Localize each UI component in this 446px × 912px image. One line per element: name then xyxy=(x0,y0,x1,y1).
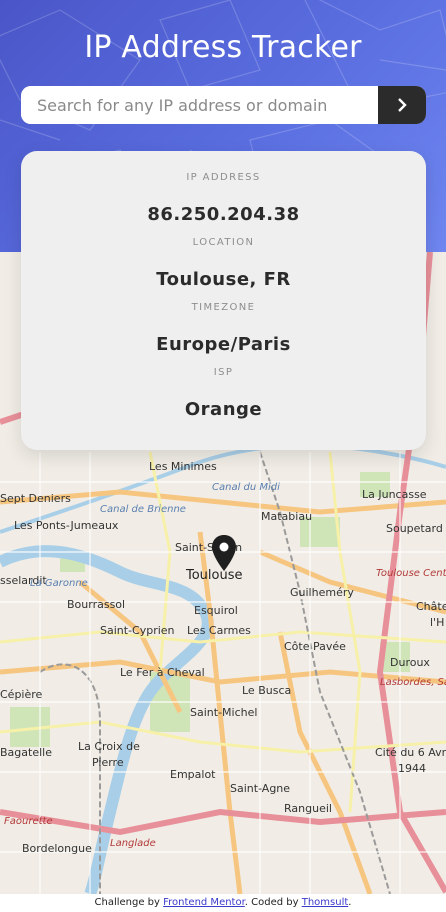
map-label: Châte xyxy=(416,600,446,613)
chevron-right-icon xyxy=(398,98,407,112)
map-label: Bordelongue xyxy=(22,842,92,855)
footer-text: . xyxy=(348,897,352,908)
isp-value: Orange xyxy=(184,399,263,420)
map-label: Esquirol xyxy=(194,604,238,617)
map-label: Côte Pavée xyxy=(284,640,346,653)
ip-info-card: IP ADDRESS 86.250.204.38 LOCATION Toulou… xyxy=(21,151,426,450)
map-label: Soupetard xyxy=(386,522,443,535)
map-label: Rangueil xyxy=(284,802,332,815)
map-label: Guilheméry xyxy=(290,586,354,599)
author-link[interactable]: Thomsult xyxy=(302,897,349,908)
map-label: Cité du 6 Avr xyxy=(375,746,446,759)
map-label: Bourrassol xyxy=(67,598,126,611)
map-label: Empalot xyxy=(170,768,216,781)
map-label: Lasbordes, Sab xyxy=(380,677,446,688)
map-label: 1944 xyxy=(398,762,426,775)
map-label: Les Carmes xyxy=(187,624,251,637)
map-label: Sept Deniers xyxy=(0,492,71,505)
submit-button[interactable] xyxy=(378,86,426,124)
map-label: Canal du Midi xyxy=(212,482,280,493)
map-label: Bagatelle xyxy=(0,746,52,759)
location-label: LOCATION xyxy=(192,237,255,248)
map-label: Faourette xyxy=(4,816,53,827)
map-label: l'H xyxy=(430,616,445,629)
map-label: Langlade xyxy=(110,838,156,849)
footer-text: Challenge by xyxy=(94,897,164,908)
map-label: Le Busca xyxy=(242,684,292,697)
map-label: Duroux xyxy=(390,656,430,669)
map-label: Toulouse Centre xyxy=(376,568,446,579)
map-label: Canal de Brienne xyxy=(100,504,186,515)
timezone-label: TIMEZONE xyxy=(191,302,256,313)
page-title: IP Address Tracker xyxy=(84,30,362,65)
map-label: Pierre xyxy=(92,756,124,769)
map-label: La Juncasse xyxy=(362,488,427,501)
map-label: Les Ponts-Jumeaux xyxy=(14,519,119,532)
timezone-value: Europe/Paris xyxy=(156,334,291,355)
search-input[interactable] xyxy=(21,86,378,124)
ip-address-label: IP ADDRESS xyxy=(186,172,261,183)
search-form xyxy=(21,86,426,124)
frontend-mentor-link[interactable]: Frontend Mentor xyxy=(163,897,245,908)
location-value: Toulouse, FR xyxy=(156,269,291,290)
footer-text: . Coded by xyxy=(244,897,302,908)
map-label: Saint-Cyprien xyxy=(100,624,175,637)
map-label: La Croix de xyxy=(78,740,140,753)
isp-label: ISP xyxy=(213,367,234,378)
map-label: Matabiau xyxy=(261,510,313,523)
attribution-footer: Challenge by Frontend Mentor. Coded by T… xyxy=(0,894,446,912)
map-label: Saint-Michel xyxy=(190,706,258,719)
map-label: Cépière xyxy=(0,688,43,701)
map-label: Les Minimes xyxy=(149,460,217,473)
location-pin-icon[interactable] xyxy=(212,535,236,571)
map-label: Saint-Agne xyxy=(230,782,291,795)
map-label: Le Fer à Cheval xyxy=(120,666,205,679)
map-label: La Garonne xyxy=(30,578,88,589)
ip-address-value: 86.250.204.38 xyxy=(147,204,300,225)
